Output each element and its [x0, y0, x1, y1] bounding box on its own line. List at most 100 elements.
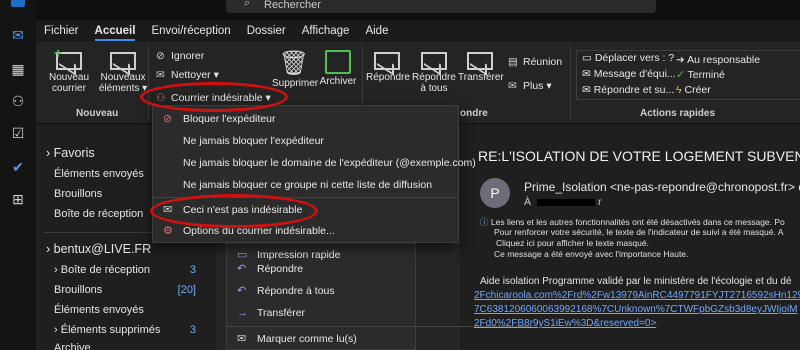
info-icon: ⓘ	[480, 217, 491, 227]
archive-button[interactable]: Archiver	[318, 50, 358, 87]
reply-all-arrow-icon: ↶	[237, 285, 247, 297]
favorites-header[interactable]: › Favoris	[46, 146, 95, 160]
fav-drafts[interactable]: Brouillons	[54, 188, 102, 200]
unread-count: 3	[189, 264, 196, 276]
message-link-2[interactable]: 7C6381206060063992168%7CUnknown%7CTWFpbG…	[474, 304, 798, 315]
group-label-quick-steps: Actions rapides	[640, 108, 716, 119]
group-label-respond: ondre	[460, 108, 488, 119]
forward-arrow-icon: →	[237, 307, 248, 319]
tab-fichier[interactable]: Fichier	[36, 20, 87, 42]
reply-delete-icon: ✉	[582, 84, 594, 96]
new-mail-label-1: Nouveau	[48, 72, 90, 83]
tab-accueil[interactable]: Accueil	[87, 20, 144, 42]
clean-button[interactable]: ✉ Nettoyer ▾	[156, 69, 219, 81]
people-app-icon[interactable]: ⚇	[9, 92, 27, 110]
folder-inbox-label: Boîte de réception	[60, 264, 151, 276]
folder-drafts-label: Brouillons	[54, 284, 103, 296]
message-link-1[interactable]: 2Fchicaroola.com%2Frd%2Fw13979AinRC44977…	[474, 290, 800, 301]
forward-icon	[467, 52, 493, 70]
reply-label: Répondre	[366, 72, 410, 83]
ctx-reply-label: Répondre	[257, 263, 304, 275]
ctx-mark-read[interactable]: ✉ Marquer comme lu(s)	[227, 328, 415, 350]
quick-step-reply-delete-label: Répondre et su...	[593, 84, 675, 96]
junk-never-block-group[interactable]: Ne jamais bloquer ce groupe ni cette lis…	[153, 174, 458, 196]
folder-sent[interactable]: Éléments envoyés	[54, 304, 204, 316]
quick-step-done[interactable]: ✓ Terminé	[676, 69, 725, 81]
todo-app-icon[interactable]: ✔	[9, 158, 27, 176]
folder-archive-label: Archive	[54, 342, 91, 350]
tab-dossier[interactable]: Dossier	[239, 20, 294, 42]
to-label: À	[524, 196, 532, 208]
favorites-label: Favoris	[53, 146, 95, 160]
message-recipient: À r	[524, 196, 601, 208]
folder-deleted-label: Éléments supprimés	[60, 324, 161, 336]
tasks-app-icon[interactable]: ☑	[9, 124, 27, 142]
folder-sent-label: Éléments envoyés	[54, 304, 144, 316]
junk-never-block-sender[interactable]: Ne jamais bloquer l'expéditeur	[153, 130, 458, 152]
clean-icon: ✉	[156, 69, 165, 81]
folder-deleted[interactable]: › Éléments supprimés 3	[54, 324, 204, 336]
team-mail-icon: ✉	[582, 68, 594, 80]
folder-icon: ▭	[582, 52, 595, 64]
ignore-label: Ignorer	[171, 50, 205, 62]
annotation-ring-not-junk	[150, 194, 318, 228]
message-link-3[interactable]: 2Fd0%2FB8r9yS1iEw%3D&reserved=0>	[474, 318, 656, 329]
new-mail-label-2: courrier	[52, 83, 86, 94]
delete-button[interactable]: 🗑 Supprimer	[272, 50, 318, 89]
new-items-icon	[110, 52, 136, 70]
junk-options-icon: ⚙	[163, 225, 173, 237]
search-placeholder: Rechercher	[264, 0, 321, 11]
quick-step-move-label: Déplacer vers : ?	[594, 52, 675, 64]
message-sender[interactable]: Prime_Isolation <ne-pas-repondre@chronop…	[524, 180, 800, 194]
annotation-ring-junk-button	[140, 82, 288, 112]
ignore-button[interactable]: ⊘ Ignorer	[156, 50, 204, 62]
folder-drafts[interactable]: Brouillons [20]	[54, 284, 204, 296]
junk-never-block-domain[interactable]: Ne jamais bloquer le domaine de l'expédi…	[153, 152, 476, 174]
reply-all-button[interactable]: Répondre à tous	[412, 50, 456, 94]
forward-button[interactable]: Transférer	[458, 50, 504, 83]
search-icon: ⌕	[244, 0, 251, 9]
quick-step-team[interactable]: ✉ Message d'équi...	[582, 68, 676, 80]
ctx-forward[interactable]: → Transférer	[227, 302, 415, 324]
mail-app-icon[interactable]: ✉	[9, 26, 27, 44]
search-box[interactable]: ⌕ Rechercher	[226, 0, 656, 13]
reply-all-label-1: Répondre	[412, 72, 456, 83]
info-note-3[interactable]: Cliquez ici pour afficher le texte masqu…	[496, 238, 649, 248]
fav-inbox[interactable]: Boîte de réception	[54, 208, 143, 220]
archive-label: Archiver	[319, 76, 357, 87]
ctx-forward-label: Transférer	[257, 307, 306, 319]
meeting-icon: ▤	[508, 56, 518, 68]
quick-step-create[interactable]: ϟ Créer	[676, 84, 711, 96]
tab-envoi-reception[interactable]: Envoi/réception	[143, 20, 238, 42]
account-label: bentux@LIVE.FR	[53, 242, 152, 256]
quick-step-move[interactable]: ▭ Déplacer vers : ?	[582, 52, 674, 64]
new-mail-button[interactable]: + Nouveau courrier	[44, 46, 94, 94]
meeting-button[interactable]: ▤ Réunion	[508, 56, 562, 68]
apps-icon[interactable]: ⊞	[9, 190, 27, 208]
quick-step-team-label: Message d'équi...	[593, 68, 676, 80]
quick-step-reply-delete[interactable]: ✉ Répondre et su...	[582, 84, 674, 96]
ctx-reply-all[interactable]: ↶ Répondre à tous	[227, 280, 415, 302]
redacted-address	[537, 198, 596, 206]
app-rail: ✉ ▦ ⚇ ☑ ✔ ⊞	[0, 0, 36, 350]
title-bar: ⌕ Rechercher	[0, 0, 800, 20]
ctx-reply[interactable]: ↶ Répondre	[227, 258, 415, 280]
folder-archive[interactable]: Archive	[54, 342, 204, 350]
new-items-button[interactable]: Nouveaux éléments ▾	[98, 50, 148, 94]
reply-button[interactable]: Répondre	[366, 50, 410, 83]
reply-all-label-2: à tous	[420, 83, 448, 94]
more-button[interactable]: ✉ Plus ▾	[508, 80, 552, 92]
ribbon-separator	[148, 46, 149, 120]
deleted-count: 3	[189, 324, 196, 336]
message-context-menu: ▭ Impression rapide ↶ Répondre ↶ Répondre à…	[226, 243, 532, 350]
account-header[interactable]: › bentux@LIVE.FR	[46, 242, 151, 256]
folder-inbox[interactable]: › Boîte de réception 3	[54, 264, 204, 276]
meeting-label: Réunion	[523, 56, 563, 68]
tab-affichage[interactable]: Affichage	[294, 20, 358, 42]
fav-sent[interactable]: Éléments envoyés	[54, 168, 144, 180]
outlook-logo-icon	[11, 0, 25, 7]
more-label: Plus ▾	[523, 80, 552, 92]
tab-aide[interactable]: Aide	[357, 20, 396, 42]
calendar-app-icon[interactable]: ▦	[9, 60, 27, 78]
quick-step-manager[interactable]: ➜ Au responsable	[676, 54, 760, 66]
